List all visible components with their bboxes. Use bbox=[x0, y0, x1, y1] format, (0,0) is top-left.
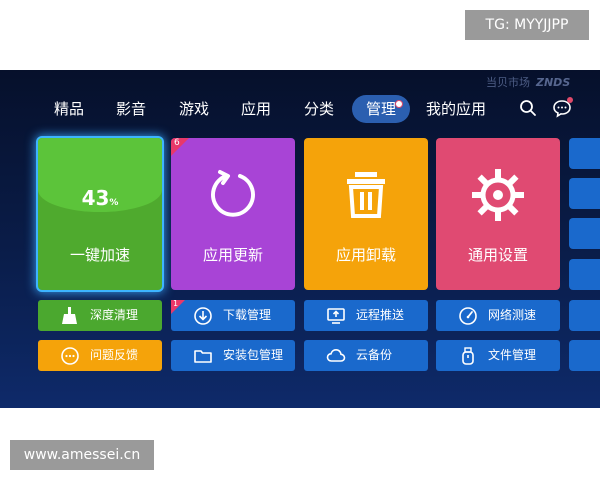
cloud-backup-button[interactable]: 云备份 bbox=[304, 340, 428, 371]
tab-categories[interactable]: 分类 bbox=[304, 95, 334, 123]
side-item[interactable] bbox=[569, 218, 600, 249]
side-item[interactable] bbox=[569, 340, 600, 371]
network-speed-label: 网络测速 bbox=[488, 308, 537, 322]
tab-games[interactable]: 游戏 bbox=[179, 95, 209, 123]
update-badge-count: 6 bbox=[174, 138, 180, 148]
side-item[interactable] bbox=[569, 178, 600, 209]
tab-apps[interactable]: 应用 bbox=[241, 95, 271, 123]
deep-clean-button[interactable]: 深度清理 bbox=[38, 300, 162, 331]
deep-clean-label: 深度清理 bbox=[90, 308, 139, 322]
remote-push-button[interactable]: 远程推送 bbox=[304, 300, 428, 331]
site-watermark: www.amessei.cn bbox=[10, 440, 154, 470]
one-click-speed-tile[interactable]: 43% 一键加速 bbox=[38, 138, 162, 290]
tab-video[interactable]: 影音 bbox=[116, 95, 146, 123]
package-manager-button[interactable]: 安装包管理 bbox=[171, 340, 295, 371]
package-manager-label: 安装包管理 bbox=[223, 348, 284, 362]
cloud-icon bbox=[326, 346, 346, 366]
trash-icon bbox=[339, 168, 393, 222]
uninstall-tile-label: 应用卸载 bbox=[335, 246, 396, 264]
side-item[interactable] bbox=[569, 259, 600, 290]
partner-logo: ZNDS bbox=[536, 76, 571, 89]
feedback-button[interactable]: 问题反馈 bbox=[38, 340, 162, 371]
tab-manage[interactable]: 管理 bbox=[352, 95, 411, 123]
message-badge-dot bbox=[567, 97, 573, 103]
telegram-watermark: TG: MYYJJPP bbox=[465, 10, 589, 40]
file-manager-button[interactable]: 文件管理 bbox=[436, 340, 560, 371]
notification-dot bbox=[395, 100, 404, 108]
chat-dots-icon bbox=[60, 346, 80, 366]
file-manager-label: 文件管理 bbox=[488, 348, 537, 362]
download-badge-count: 1 bbox=[173, 299, 179, 308]
speedometer-icon bbox=[458, 306, 478, 326]
tab-featured[interactable]: 精品 bbox=[54, 95, 84, 123]
speed-tile-label: 一键加速 bbox=[69, 246, 130, 264]
download-manager-label: 下载管理 bbox=[223, 308, 272, 322]
folder-icon bbox=[193, 346, 213, 366]
search-icon[interactable] bbox=[518, 98, 538, 118]
feedback-label: 问题反馈 bbox=[90, 348, 139, 362]
refresh-icon bbox=[206, 168, 260, 222]
side-item[interactable] bbox=[569, 138, 600, 169]
remote-push-label: 远程推送 bbox=[356, 308, 405, 322]
brand-name: 当贝市场 bbox=[486, 76, 530, 89]
speed-percent: 43% bbox=[81, 186, 119, 210]
settings-tile-label: 通用设置 bbox=[467, 246, 528, 264]
tab-manage-label: 管理 bbox=[366, 100, 397, 118]
tab-my-apps[interactable]: 我的应用 bbox=[426, 95, 486, 123]
brand-logo: 当贝市场 ZNDS bbox=[486, 74, 570, 90]
gear-icon bbox=[471, 168, 525, 222]
network-speed-button[interactable]: 网络测速 bbox=[436, 300, 560, 331]
app-update-tile[interactable]: 6 应用更新 bbox=[171, 138, 295, 290]
usb-icon bbox=[458, 346, 478, 366]
cloud-backup-label: 云备份 bbox=[356, 348, 393, 362]
update-tile-label: 应用更新 bbox=[202, 246, 263, 264]
general-settings-tile[interactable]: 通用设置 bbox=[436, 138, 560, 290]
download-icon bbox=[193, 306, 213, 326]
monitor-upload-icon bbox=[326, 306, 346, 326]
app-uninstall-tile[interactable]: 应用卸载 bbox=[304, 138, 428, 290]
tv-screen: 当贝市场 ZNDS 精品 影音 游戏 应用 分类 管理 我的应用 43% 一键加速… bbox=[0, 70, 600, 408]
download-manager-button[interactable]: 1 下载管理 bbox=[171, 299, 295, 331]
message-icon[interactable] bbox=[552, 97, 573, 118]
broom-icon bbox=[60, 306, 80, 326]
side-item[interactable] bbox=[569, 300, 600, 331]
